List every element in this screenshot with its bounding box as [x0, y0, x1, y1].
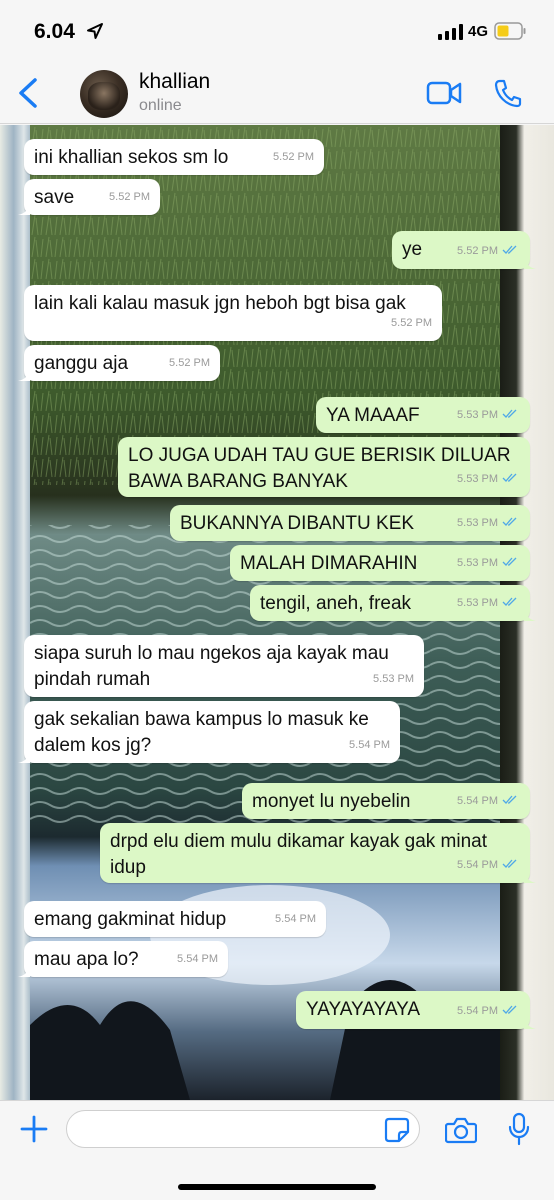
incoming-message-bubble[interactable]: ini khallian sekos sm lo 5.52 PM	[24, 139, 324, 175]
message-timestamp: 5.52 PM	[169, 350, 210, 376]
incoming-message-bubble[interactable]: mau apa lo? 5.54 PM	[18, 941, 228, 977]
chevron-left-icon[interactable]	[14, 76, 44, 110]
timestamp-text: 5.52 PM	[457, 245, 498, 257]
timestamp-text: 5.54 PM	[457, 1005, 498, 1017]
outgoing-message-bubble[interactable]: MALAH DIMARAHIN 5.53 PM	[230, 545, 530, 581]
timestamp-text: 5.52 PM	[273, 151, 314, 163]
message-timestamp: 5.52 PM	[273, 144, 314, 170]
bubble-tail	[524, 1017, 536, 1029]
message-timestamp: 5.53 PM	[373, 666, 414, 692]
bubble-tail	[18, 965, 30, 977]
bubble-tail	[18, 751, 30, 763]
read-ticks-icon	[502, 245, 517, 254]
message-timestamp: 5.53 PM	[457, 402, 518, 428]
chat-area[interactable]: ini khallian sekos sm lo 5.52 PM save 5.52 …	[0, 125, 554, 1100]
incoming-message-bubble[interactable]: gak sekalian bawa kampus lo masuk ke dal…	[18, 701, 400, 763]
message-timestamp: 5.52 PM	[391, 310, 432, 336]
message-input[interactable]	[66, 1110, 420, 1148]
bubble-tail	[524, 257, 536, 269]
incoming-message-bubble[interactable]: lain kali kalau masuk jgn heboh bgt bisa…	[24, 285, 442, 341]
outgoing-message-bubble[interactable]: BUKANNYA DIBANTU KEK 5.53 PM	[170, 505, 530, 541]
message-timestamp: 5.54 PM	[457, 852, 518, 878]
sticker-icon[interactable]	[384, 1117, 410, 1143]
bubble-tail	[18, 203, 30, 215]
message-timestamp: 5.54 PM	[275, 906, 316, 932]
timestamp-text: 5.52 PM	[109, 191, 150, 203]
timestamp-text: 5.53 PM	[457, 409, 498, 421]
timestamp-text: 5.54 PM	[177, 953, 218, 965]
timestamp-text: 5.52 PM	[391, 317, 432, 329]
read-ticks-icon	[502, 795, 517, 804]
bubble-tail	[18, 369, 30, 381]
status-bar: 6.04 4G	[0, 0, 554, 62]
message-text: siapa suruh lo mau ngekos aja kayak mau …	[34, 643, 389, 690]
camera-icon[interactable]	[445, 1116, 477, 1144]
timestamp-text: 5.54 PM	[457, 859, 498, 871]
home-indicator	[178, 1184, 376, 1190]
message-timestamp: 5.53 PM	[457, 466, 518, 492]
battery-low-icon	[494, 22, 526, 40]
message-timestamp: 5.54 PM	[457, 998, 518, 1024]
message-timestamp: 5.54 PM	[457, 788, 518, 814]
incoming-message-bubble[interactable]: ganggu aja 5.52 PM	[18, 345, 220, 381]
message-timestamp: 5.53 PM	[457, 510, 518, 536]
read-ticks-icon	[502, 517, 517, 526]
outgoing-message-bubble[interactable]: LO JUGA UDAH TAU GUE BERISIK DILUAR BAWA…	[118, 437, 530, 497]
message-timestamp: 5.54 PM	[177, 946, 218, 972]
timestamp-text: 5.54 PM	[349, 739, 390, 751]
read-ticks-icon	[502, 557, 517, 566]
contact-name[interactable]: khallian	[139, 70, 210, 94]
timestamp-text: 5.53 PM	[457, 517, 498, 529]
outgoing-message-bubble[interactable]: monyet lu nyebelin 5.54 PM	[242, 783, 530, 819]
timestamp-text: 5.53 PM	[457, 557, 498, 569]
outgoing-message-bubble[interactable]: YAYAYAYAYA 5.54 PM	[296, 991, 536, 1029]
outgoing-message-bubble[interactable]: YA MAAAF 5.53 PM	[316, 397, 530, 433]
message-text: emang gakminat hidup	[34, 909, 227, 930]
outgoing-message-bubble[interactable]: ye 5.52 PM	[392, 231, 536, 269]
timestamp-text: 5.53 PM	[373, 673, 414, 685]
plus-icon[interactable]	[20, 1115, 48, 1143]
timestamp-text: 5.54 PM	[275, 913, 316, 925]
message-text: lain kali kalau masuk jgn heboh bgt bisa…	[34, 293, 406, 314]
message-timestamp: 5.52 PM	[109, 184, 150, 210]
message-text: ini khallian sekos sm lo	[34, 147, 229, 168]
incoming-message-bubble[interactable]: emang gakminat hidup 5.54 PM	[24, 901, 326, 937]
incoming-message-bubble[interactable]: save 5.52 PM	[18, 179, 160, 215]
signal-bars-icon	[438, 24, 463, 40]
read-ticks-icon	[502, 597, 517, 606]
message-timestamp: 5.52 PM	[457, 238, 518, 264]
bubble-tail	[524, 609, 536, 621]
message-timestamp: 5.54 PM	[349, 732, 390, 758]
microphone-icon[interactable]	[508, 1112, 530, 1146]
outgoing-message-bubble[interactable]: tengil, aneh, freak 5.53 PM	[250, 585, 536, 621]
contact-status: online	[139, 97, 182, 114]
status-time: 6.04	[34, 20, 75, 43]
read-ticks-icon	[502, 1005, 517, 1014]
avatar[interactable]	[80, 70, 128, 118]
read-ticks-icon	[502, 859, 517, 868]
message-timestamp: 5.53 PM	[457, 590, 518, 616]
phone-icon[interactable]	[494, 78, 522, 108]
read-ticks-icon	[502, 409, 517, 418]
timestamp-text: 5.54 PM	[457, 795, 498, 807]
video-camera-icon[interactable]	[426, 80, 462, 106]
timestamp-text: 5.53 PM	[457, 597, 498, 609]
message-text: gak sekalian bawa kampus lo masuk ke dal…	[34, 709, 369, 756]
outgoing-message-bubble[interactable]: drpd elu diem mulu dikamar kayak gak min…	[100, 823, 536, 883]
network-type: 4G	[468, 23, 489, 40]
location-arrow-icon	[87, 23, 103, 39]
bubble-tail	[524, 871, 536, 883]
timestamp-text: 5.53 PM	[457, 473, 498, 485]
message-timestamp: 5.53 PM	[457, 550, 518, 576]
incoming-message-bubble[interactable]: siapa suruh lo mau ngekos aja kayak mau …	[24, 635, 424, 697]
chat-header: khallian online	[0, 62, 554, 124]
timestamp-text: 5.52 PM	[169, 357, 210, 369]
read-ticks-icon	[502, 473, 517, 482]
